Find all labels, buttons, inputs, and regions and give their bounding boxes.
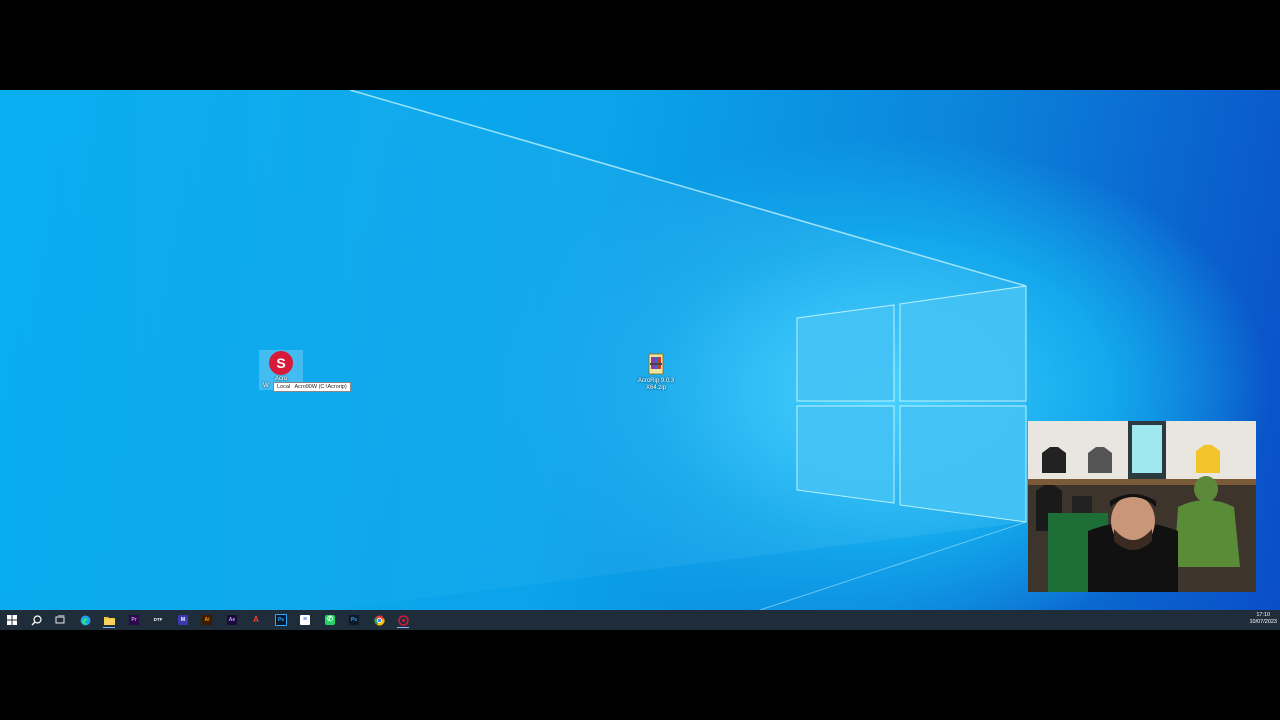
clock-date: 10/07/2023: [1249, 619, 1277, 625]
app-icon: M: [178, 615, 188, 625]
illustrator-icon: Ai: [202, 615, 212, 625]
system-clock[interactable]: 17:10 10/07/2023: [1249, 612, 1277, 626]
notes-icon: ≡: [300, 615, 310, 625]
taskbar-after-effects[interactable]: Ae: [224, 612, 240, 628]
taskbar-app-blue[interactable]: M: [175, 612, 191, 628]
clock-time: 17:10: [1256, 612, 1271, 618]
dtf-icon: DTF: [153, 615, 163, 625]
letterbox-top: [0, 0, 1280, 90]
start-button[interactable]: [4, 612, 20, 628]
search-icon: [31, 614, 42, 625]
photoshop-icon: Ps: [349, 615, 359, 625]
taskbar-edge[interactable]: [77, 612, 93, 628]
desktop-icon-acrorip-zip[interactable]: AcroRip 9.0.3 X64.zip: [634, 352, 678, 392]
desktop[interactable]: S Acro W Local Acro90W (C:\Acrorip) Acro…: [0, 90, 1280, 610]
edge-icon: [80, 615, 90, 625]
search-button[interactable]: [28, 612, 44, 628]
tooltip-value: Acro90W (C:\Acrorip): [294, 384, 347, 390]
folder-icon: [103, 617, 115, 625]
taskbar-premiere[interactable]: Pr: [126, 612, 142, 628]
task-view-icon: [55, 615, 65, 624]
taskbar-photoshop-2[interactable]: Ps: [346, 612, 362, 628]
taskbar-notes[interactable]: ≡: [297, 612, 313, 628]
acrorip-s-logo-icon: S: [268, 350, 294, 376]
task-view-button[interactable]: [52, 612, 68, 628]
active-indicator: [103, 627, 115, 628]
svg-text:S: S: [276, 355, 285, 371]
taskbar-file-explorer[interactable]: [101, 612, 117, 628]
webcam-video-frame: [1028, 421, 1256, 592]
taskbar-chrome[interactable]: [371, 612, 387, 628]
tooltip-label: Local: [277, 384, 291, 390]
taskbar-acrorip[interactable]: [395, 612, 411, 628]
taskbar-illustrator[interactable]: Ai: [199, 612, 215, 628]
after-effects-icon: Ae: [227, 615, 237, 625]
chrome-icon: [373, 615, 385, 625]
letterbox-bottom: [0, 630, 1280, 720]
winrar-archive-icon: [643, 352, 669, 378]
photoshop-icon: Ps: [275, 614, 287, 626]
taskbar-whatsapp[interactable]: ✆: [322, 612, 338, 628]
desktop-icon-sublabel: X64.zip: [645, 385, 666, 391]
taskbar-dtf[interactable]: DTF: [150, 612, 166, 628]
active-indicator: [397, 627, 409, 628]
taskbar-photoshop-1[interactable]: Ps: [273, 612, 289, 628]
premiere-icon: Pr: [129, 615, 139, 625]
whatsapp-icon: ✆: [325, 615, 335, 625]
tooltip: Local Acro90W (C:\Acrorip): [273, 382, 351, 392]
webcam-overlay: [1028, 421, 1256, 592]
acrobat-icon: A: [251, 615, 261, 625]
taskbar-acrobat[interactable]: A: [248, 612, 264, 628]
windows-start-icon: [7, 615, 17, 625]
taskbar: Pr DTF M Ai Ae A Ps ≡ ✆ Ps 17:10 10/07/2…: [0, 610, 1280, 630]
desktop-icon-label: AcroRip 9.0.3: [637, 378, 675, 384]
acrorip-icon: [397, 614, 409, 626]
